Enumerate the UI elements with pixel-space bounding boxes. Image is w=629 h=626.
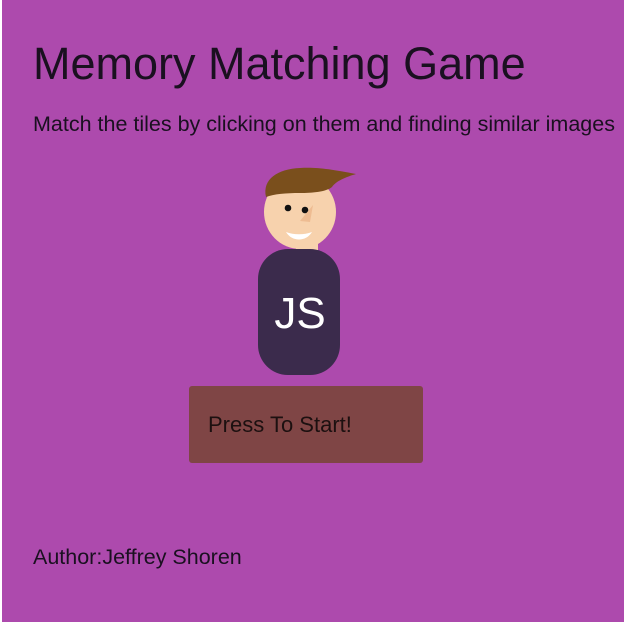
author-avatar-illustration: JS (258, 167, 356, 375)
avatar-left-eye (284, 204, 292, 212)
start-button[interactable]: Press To Start! (189, 386, 423, 463)
game-page: Memory Matching Game Match the tiles by … (2, 0, 624, 622)
avatar-badge-text: JS (274, 289, 325, 338)
author-credit: Author:Jeffrey Shoren (33, 545, 242, 569)
avatar-hair (265, 167, 356, 197)
page-title: Memory Matching Game (33, 38, 526, 89)
instructions-text: Match the tiles by clicking on them and … (33, 112, 615, 136)
